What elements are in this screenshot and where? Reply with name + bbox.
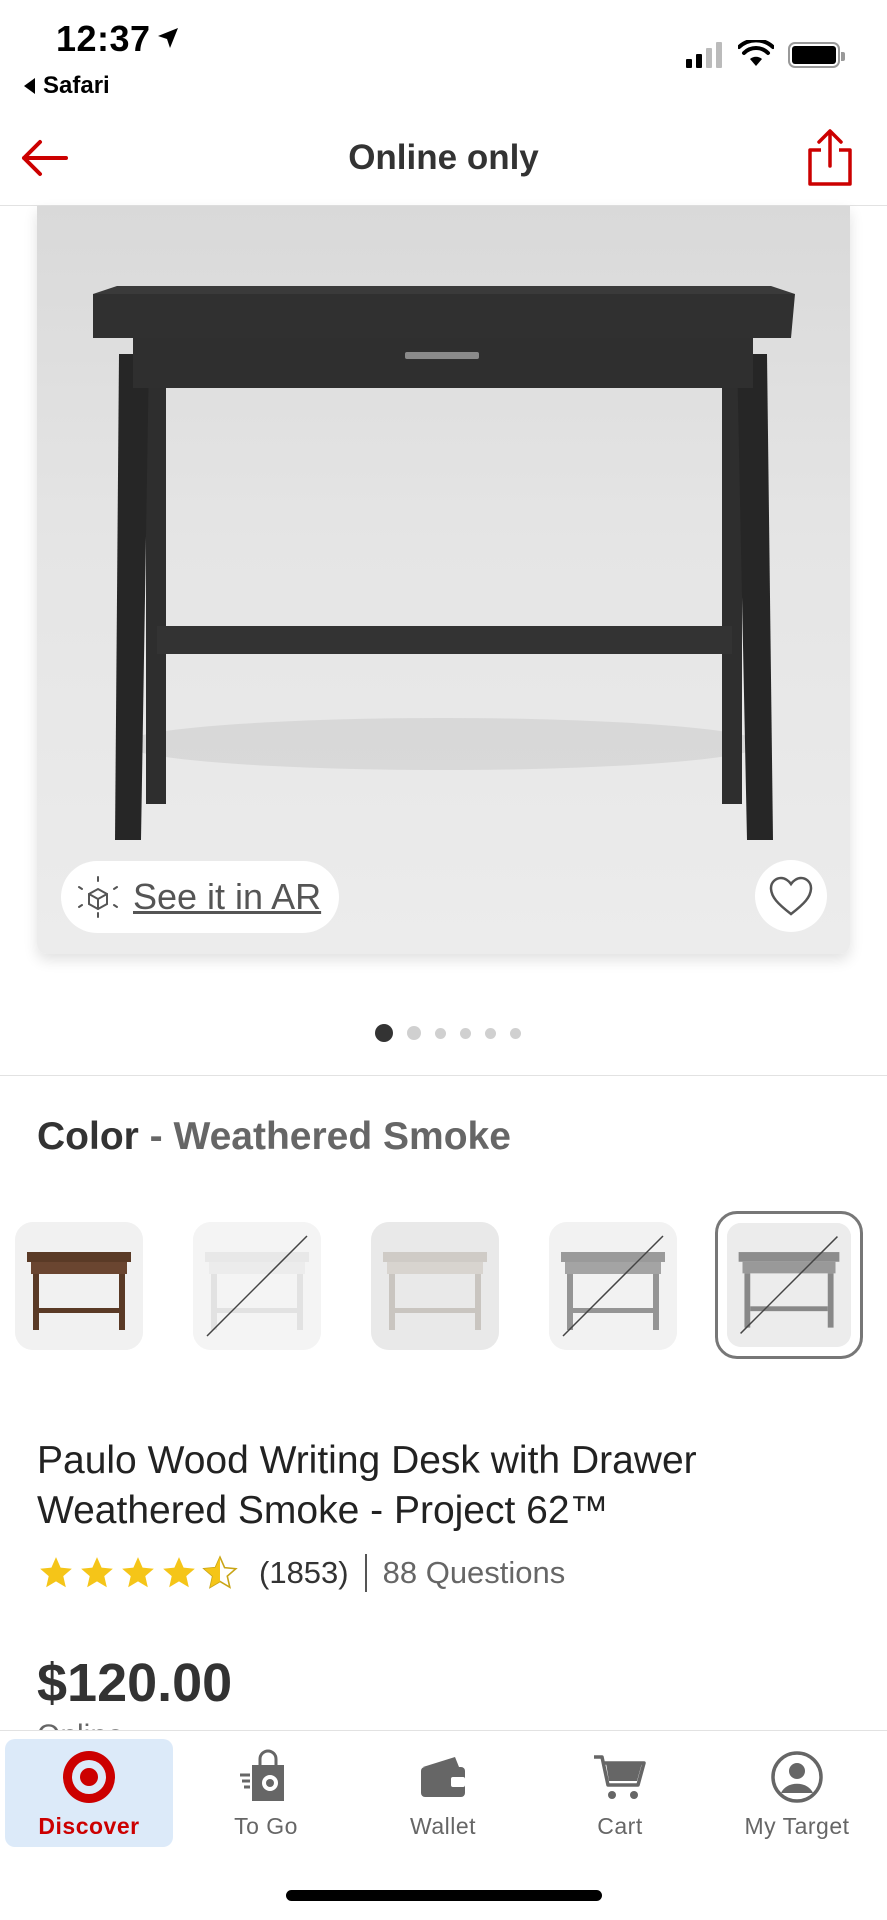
location-arrow-icon	[158, 28, 178, 48]
questions-link[interactable]: 88 Questions	[383, 1555, 566, 1591]
color-swatches	[15, 1211, 875, 1359]
color-value: Weathered Smoke	[173, 1115, 511, 1158]
carousel-dot[interactable]	[509, 1027, 521, 1039]
desk-product-image	[93, 286, 795, 840]
cellular-signal-icon	[686, 42, 722, 68]
profile-icon	[771, 1751, 823, 1803]
half-star-icon	[202, 1555, 238, 1589]
swatch-white-image	[193, 1222, 321, 1350]
carousel-dot[interactable]	[374, 1024, 393, 1042]
tab-discover[interactable]: Discover	[5, 1739, 173, 1847]
status-time: 12:37	[56, 18, 151, 59]
color-separator: -	[138, 1115, 174, 1158]
tab-label: To Go	[234, 1813, 298, 1839]
section-divider	[0, 1075, 887, 1076]
status-bar: 12:37 Safari	[0, 0, 887, 110]
swatch-brown[interactable]	[15, 1222, 143, 1350]
home-indicator[interactable]	[286, 1890, 602, 1901]
ar-label: See it in AR	[133, 876, 322, 917]
swatch-brown-image	[15, 1222, 143, 1350]
tab-cart[interactable]: Cart	[536, 1739, 704, 1847]
carousel-dot[interactable]	[406, 1026, 421, 1040]
star-icon	[122, 1557, 154, 1588]
carousel-dot[interactable]	[484, 1027, 496, 1039]
swatch-gray[interactable]	[549, 1222, 677, 1350]
product-title-line2: Weathered Smoke - Project 62™	[37, 1489, 609, 1532]
heart-icon	[769, 876, 813, 916]
bottom-tab-bar: Discover To Go Wallet Cart My Target	[0, 1730, 887, 1920]
rating-row: (1853) 88 Questions	[37, 1549, 565, 1597]
availability-text: Online	[37, 1718, 124, 1730]
tab-label: Cart	[597, 1813, 643, 1839]
product-price: $120.00	[37, 1653, 233, 1713]
tab-wallet[interactable]: Wallet	[359, 1739, 527, 1847]
swatch-weathered-smoke-image	[727, 1223, 851, 1347]
carousel-dot[interactable]	[459, 1027, 471, 1039]
page-title: Online only	[348, 138, 539, 177]
review-count[interactable]: (1853)	[259, 1555, 349, 1591]
cart-icon	[594, 1755, 646, 1799]
swatch-white[interactable]	[193, 1222, 321, 1350]
color-label: Color	[37, 1115, 139, 1158]
swatch-gray-image	[549, 1222, 677, 1350]
star-icon	[163, 1557, 195, 1588]
share-icon[interactable]	[805, 128, 855, 188]
tab-label: Wallet	[409, 1813, 477, 1839]
top-nav-bar: Online only	[0, 110, 887, 206]
tab-label: Discover	[38, 1813, 140, 1839]
star-rating[interactable]	[37, 1554, 239, 1592]
favorite-button[interactable]	[755, 860, 827, 932]
target-logo-icon	[63, 1751, 115, 1803]
rating-divider	[364, 1554, 367, 1592]
star-icon	[81, 1557, 113, 1588]
to-go-bag-icon	[240, 1749, 284, 1801]
ar-cube-icon	[78, 876, 118, 918]
product-title-line1: Paulo Wood Writing Desk with Drawer	[37, 1439, 697, 1482]
back-triangle-icon	[24, 78, 35, 94]
carousel-dots[interactable]	[0, 1024, 887, 1042]
color-heading: Color - Weathered Smoke	[37, 1115, 511, 1159]
carousel-dot[interactable]	[434, 1027, 446, 1039]
product-image-carousel[interactable]: See it in AR	[37, 206, 850, 954]
tab-my-target[interactable]: My Target	[713, 1739, 881, 1847]
wallet-icon	[421, 1757, 465, 1797]
swatch-weathered-smoke[interactable]	[715, 1211, 863, 1359]
tab-to-go[interactable]: To Go	[182, 1739, 350, 1847]
tab-label: My Target	[744, 1813, 850, 1839]
product-title: Paulo Wood Writing Desk with Drawer Weat…	[37, 1436, 857, 1536]
star-icon	[40, 1557, 72, 1588]
back-app-label: Safari	[43, 72, 110, 99]
see-in-ar-button[interactable]: See it in AR	[61, 861, 340, 933]
swatch-light-gray[interactable]	[371, 1222, 499, 1350]
back-to-safari-link[interactable]: Safari	[24, 72, 110, 100]
battery-icon	[788, 42, 845, 68]
wifi-icon	[738, 40, 774, 66]
swatch-light-gray-image	[371, 1222, 499, 1350]
